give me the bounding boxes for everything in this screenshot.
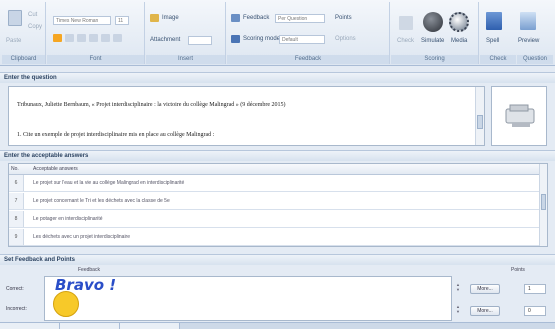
question-editor[interactable]: Tribunaux, Juliette Bernbaum, « Projet i… (8, 86, 485, 146)
options-button[interactable]: Options (335, 36, 356, 42)
check-icon[interactable] (399, 16, 413, 30)
simulate-button[interactable]: Simulate (421, 38, 444, 44)
incorrect-move-arrows[interactable]: ▲ ▼ (456, 304, 460, 314)
copy-button[interactable]: Copy (28, 24, 42, 30)
answer-text[interactable]: Le projet concernant le Tri et les déche… (33, 193, 170, 210)
answers-scrollbar[interactable] (539, 164, 547, 246)
answer-text[interactable]: Le projet sur l'eau et la vie au collège… (33, 175, 184, 192)
table-row[interactable]: 9 Les déchets avec un projet interdiscip… (9, 229, 541, 246)
incorrect-more-button[interactable]: More... (470, 306, 500, 316)
spell-icon[interactable] (486, 12, 502, 30)
feedback-mode-combo[interactable]: Per Question (275, 14, 325, 23)
insert-image-button[interactable]: Image (162, 15, 179, 21)
font-group: Times New Roman 11 Font (47, 2, 145, 64)
incorrect-points-stepper[interactable]: 0 (524, 306, 546, 316)
smiley-icon (53, 291, 79, 317)
check-button[interactable]: Check (397, 38, 414, 44)
insert-combo[interactable] (188, 36, 212, 45)
paste-button[interactable]: Paste (6, 38, 21, 44)
feedback-group: Feedback Per Question Points Scoring mod… (227, 2, 390, 64)
table-row[interactable]: 6 Le projet sur l'eau et la vie au collè… (9, 175, 541, 192)
font-group-label: Font (47, 55, 144, 64)
question-group-label: Question (517, 55, 553, 64)
highlight-icon[interactable] (53, 34, 62, 42)
bold-icon[interactable] (65, 34, 74, 42)
insert-group: Image Attachment Insert (146, 2, 226, 64)
correct-more-button[interactable]: More... (470, 284, 500, 294)
feedback-column-header: Feedback (78, 267, 100, 273)
feedback-group-label: Feedback (227, 55, 389, 64)
clipboard-group-label: Clipboard (2, 55, 45, 64)
status-bar (0, 322, 555, 329)
answers-scroll-thumb[interactable] (541, 194, 546, 210)
clipboard-group: Cut Copy Paste Clipboard (2, 2, 46, 64)
scoring-mode-label: Scoring mode (243, 36, 281, 42)
table-row[interactable]: 8 Le potager en interdisciplinarité (9, 211, 541, 228)
correct-label: Correct: (6, 286, 24, 292)
table-row[interactable]: 7 Le projet concernant le Tri et les déc… (9, 193, 541, 210)
answers-table: No. Acceptable answers 6 Le projet sur l… (8, 163, 548, 247)
check-group: Spell Preview Check Question (480, 2, 553, 64)
answer-text[interactable]: Les déchets avec un projet interdiscipli… (33, 229, 130, 246)
row-number: 6 (9, 175, 24, 191)
answers-section-title: Enter the acceptable answers (0, 150, 555, 161)
paste-icon[interactable] (8, 10, 22, 26)
cut-button[interactable]: Cut (28, 12, 37, 18)
points-column-header: Points (511, 267, 525, 273)
question-section-title: Enter the question (0, 72, 555, 83)
insert-group-label: Insert (146, 55, 225, 64)
question-media-preview[interactable] (491, 86, 547, 146)
correct-feedback-editor[interactable]: Bravo ! (44, 276, 452, 321)
scanner-icon (505, 104, 535, 127)
spell-button[interactable]: Spell (486, 38, 499, 44)
row-number: 9 (9, 229, 24, 245)
preview-button[interactable]: Preview (518, 38, 539, 44)
points-button[interactable]: Points (335, 15, 352, 21)
font-name-combo[interactable]: Times New Roman (53, 16, 111, 25)
underline-icon[interactable] (89, 34, 98, 42)
check-group-label: Check (480, 55, 516, 64)
question-text-line2: 1. Cite un exemple de projet interdiscip… (17, 132, 215, 138)
feedback-icon (231, 14, 240, 22)
column-header-no: No. (9, 164, 24, 175)
status-tab[interactable] (60, 323, 120, 329)
column-header-answer: Acceptable answers (24, 164, 541, 175)
row-number: 7 (9, 193, 24, 209)
font-size-combo[interactable]: 11 (115, 16, 129, 25)
font-color-icon[interactable] (113, 34, 122, 42)
feedback-section-title: Set Feedback and Points (0, 254, 555, 265)
image-icon[interactable] (150, 14, 159, 22)
media-button[interactable]: Media (451, 38, 467, 44)
answer-text[interactable]: Le potager en interdisciplinarité (33, 211, 103, 228)
scoring-group: Check Simulate Media Scoring (391, 2, 479, 64)
media-icon[interactable] (449, 12, 469, 32)
question-scrollbar[interactable] (475, 87, 484, 145)
question-text-line1: Tribunaux, Juliette Bernbaum, « Projet i… (17, 102, 286, 108)
preview-icon[interactable] (520, 12, 536, 30)
scoring-mode-icon (231, 35, 240, 43)
scoring-mode-combo[interactable]: Default (279, 35, 325, 44)
align-icon[interactable] (101, 34, 110, 42)
row-number: 8 (9, 211, 24, 227)
ribbon-toolbar: Cut Copy Paste Clipboard Times New Roman… (0, 0, 555, 66)
italic-icon[interactable] (77, 34, 86, 42)
feedback-mode-label: Feedback (243, 15, 270, 21)
correct-move-arrows[interactable]: ▲ ▼ (456, 282, 460, 292)
scoring-group-label: Scoring (391, 55, 478, 64)
question-scroll-thumb[interactable] (477, 115, 483, 129)
status-tab[interactable] (0, 323, 60, 329)
incorrect-label: Incorrect: (6, 306, 27, 312)
correct-points-stepper[interactable]: 1 (524, 284, 546, 294)
status-tab[interactable] (120, 323, 180, 329)
insert-attachment-button[interactable]: Attachment (150, 37, 180, 43)
simulate-icon[interactable] (423, 12, 443, 32)
